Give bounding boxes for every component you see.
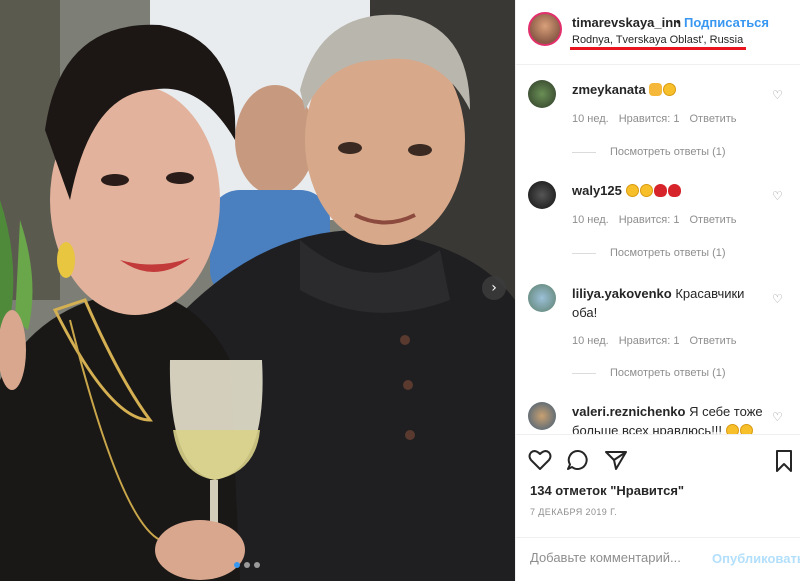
comment-text: liliya.yakovenko Красавчики оба! — [572, 284, 767, 322]
comment-time[interactable]: 10 нед. — [572, 214, 609, 226]
view-replies-button[interactable]: Посмотреть ответы (1) — [572, 247, 726, 259]
rose-icon — [667, 184, 681, 197]
view-replies-button[interactable]: Посмотреть ответы (1) — [572, 367, 726, 379]
replies-divider — [572, 372, 596, 374]
post-sidebar: timarevskaya_inn • Подписаться Rodnya, T… — [515, 0, 800, 581]
comment-likes[interactable]: Нравится: 1 — [619, 113, 680, 125]
comment-time[interactable]: 10 нед. — [572, 335, 609, 347]
comment-likes[interactable]: Нравится: 1 — [619, 335, 680, 347]
heart-eyes-face-icon — [639, 184, 653, 197]
carousel-dot — [234, 562, 240, 568]
publish-button[interactable]: Опубликовать — [712, 551, 800, 566]
action-icons — [528, 449, 628, 471]
comment-meta: 10 нед. Нравится: 1 Ответить — [572, 335, 737, 347]
laughing-face-icon — [725, 424, 739, 434]
commenter-avatar[interactable] — [528, 284, 556, 312]
like-comment-heart-icon[interactable]: ♡ — [772, 410, 783, 424]
photo-illustration — [0, 0, 515, 581]
replies-divider — [572, 252, 596, 254]
commenter-username[interactable]: zmeykanata — [572, 82, 646, 97]
comment-meta: 10 нед. Нравится: 1 Ответить — [572, 214, 737, 226]
bookmark-icon[interactable] — [774, 449, 794, 473]
view-replies-label: Посмотреть ответы (1) — [610, 367, 726, 379]
commenter-avatar[interactable] — [528, 402, 556, 430]
view-replies-label: Посмотреть ответы (1) — [610, 146, 726, 158]
comment-input[interactable] — [530, 550, 700, 565]
carousel-next-button[interactable]: › — [482, 276, 506, 300]
post-header: timarevskaya_inn • Подписаться Rodnya, T… — [516, 0, 800, 65]
comment-time[interactable]: 10 нед. — [572, 113, 609, 125]
carousel-dot — [244, 562, 250, 568]
rose-icon — [653, 184, 667, 197]
share-send-icon[interactable] — [604, 449, 628, 471]
author-username[interactable]: timarevskaya_inn — [572, 15, 681, 30]
comment-reply-button[interactable]: Ответить — [690, 113, 737, 125]
carousel-dot — [254, 562, 260, 568]
comment-bubble-icon[interactable] — [566, 449, 590, 471]
commenter-username[interactable]: waly125 — [572, 183, 622, 198]
laughing-face-icon — [739, 424, 753, 434]
comment-reply-button[interactable]: Ответить — [690, 335, 737, 347]
post-actions: 134 отметок "Нравится" 7 ДЕКАБРЯ 2019 Г.… — [516, 434, 800, 581]
post-photo: › — [0, 0, 515, 581]
location-highlight-underline — [570, 47, 746, 50]
like-comment-heart-icon[interactable]: ♡ — [772, 189, 783, 203]
comment-text: valeri.reznichenko Я себе тоже больше вс… — [572, 402, 767, 434]
author-avatar[interactable] — [528, 12, 562, 46]
likes-count[interactable]: 134 отметок "Нравится" — [530, 483, 684, 498]
laughing-face-icon — [663, 83, 677, 96]
commenter-avatar[interactable] — [528, 80, 556, 108]
comments-list[interactable]: zmeykanata ♡ 10 нед. Нравится: 1 Ответит… — [516, 66, 800, 434]
post-location[interactable]: Rodnya, Tverskaya Oblast', Russia — [572, 34, 743, 46]
header-separator: • — [676, 14, 681, 29]
post-date[interactable]: 7 ДЕКАБРЯ 2019 Г. — [530, 507, 617, 517]
thumbs-up-icon — [649, 83, 663, 96]
view-replies-label: Посмотреть ответы (1) — [610, 247, 726, 259]
commenter-username[interactable]: valeri.reznichenko — [572, 404, 685, 419]
commenter-username[interactable]: liliya.yakovenko — [572, 286, 672, 301]
comment-text: waly125 — [572, 181, 767, 200]
carousel-indicator — [234, 562, 260, 568]
view-replies-button[interactable]: Посмотреть ответы (1) — [572, 146, 726, 158]
comment-text: zmeykanata — [572, 80, 767, 99]
comment-likes[interactable]: Нравится: 1 — [619, 214, 680, 226]
like-heart-icon[interactable] — [528, 449, 552, 471]
commenter-avatar[interactable] — [528, 181, 556, 209]
like-comment-heart-icon[interactable]: ♡ — [772, 292, 783, 306]
comment-reply-button[interactable]: Ответить — [690, 214, 737, 226]
comment-meta: 10 нед. Нравится: 1 Ответить — [572, 113, 737, 125]
add-comment-bar: Опубликовать — [516, 537, 800, 581]
replies-divider — [572, 151, 596, 153]
like-comment-heart-icon[interactable]: ♡ — [772, 88, 783, 102]
heart-eyes-face-icon — [625, 184, 639, 197]
follow-button[interactable]: Подписаться — [684, 15, 769, 30]
